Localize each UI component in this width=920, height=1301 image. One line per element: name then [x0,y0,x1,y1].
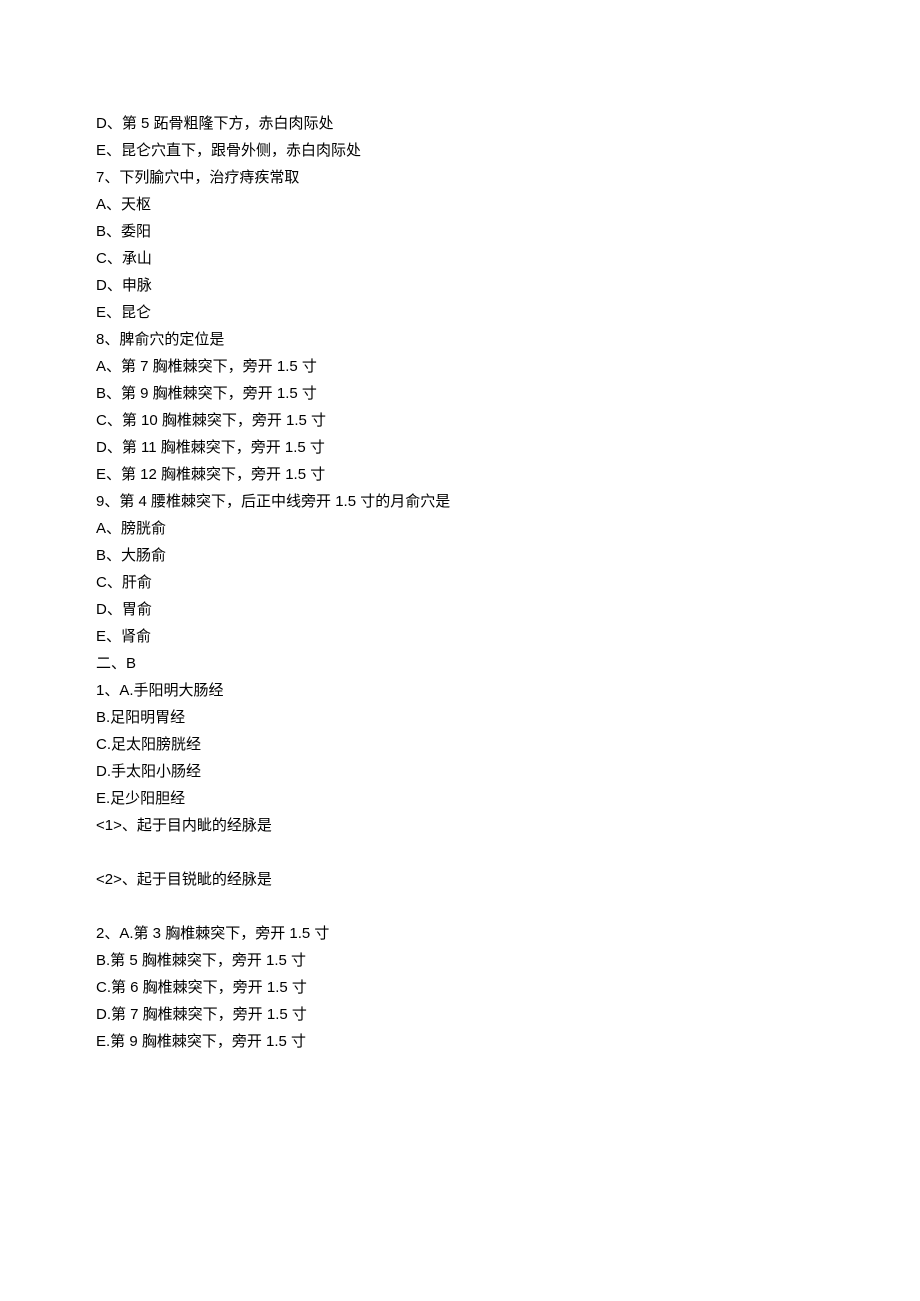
text-line: C、肝俞 [96,569,824,596]
text-line: A、第 7 胸椎棘突下，旁开 1.5 寸 [96,353,824,380]
text-line: A、膀胱俞 [96,515,824,542]
text-line: D.手太阳小肠经 [96,758,824,785]
text-line: B、大肠俞 [96,542,824,569]
text-line: 二、B [96,650,824,677]
text-line: D、第 5 跖骨粗隆下方，赤白肉际处 [96,110,824,137]
text-line: <2>、起于目锐眦的经脉是 [96,866,824,893]
blank-line [96,839,824,866]
text-line: D.第 7 胸椎棘突下，旁开 1.5 寸 [96,1001,824,1028]
text-line: C.第 6 胸椎棘突下，旁开 1.5 寸 [96,974,824,1001]
text-line: E.足少阳胆经 [96,785,824,812]
text-line: E、肾俞 [96,623,824,650]
blank-line [96,893,824,920]
text-line: A、天枢 [96,191,824,218]
text-line: <1>、起于目内眦的经脉是 [96,812,824,839]
text-line: C、第 10 胸椎棘突下，旁开 1.5 寸 [96,407,824,434]
text-line: B.足阳明胃经 [96,704,824,731]
document-page: D、第 5 跖骨粗隆下方，赤白肉际处 E、昆仑穴直下，跟骨外侧，赤白肉际处 7、… [0,0,920,1175]
text-line: C.足太阳膀胱经 [96,731,824,758]
text-line: E.第 9 胸椎棘突下，旁开 1.5 寸 [96,1028,824,1055]
text-line: 7、下列腧穴中，治疗痔疾常取 [96,164,824,191]
text-line: 9、第 4 腰椎棘突下，后正中线旁开 1.5 寸的月俞穴是 [96,488,824,515]
text-line: B.第 5 胸椎棘突下，旁开 1.5 寸 [96,947,824,974]
text-line: E、昆仑 [96,299,824,326]
text-line: 1、A.手阳明大肠经 [96,677,824,704]
text-line: B、第 9 胸椎棘突下，旁开 1.5 寸 [96,380,824,407]
text-line: B、委阳 [96,218,824,245]
text-line: E、第 12 胸椎棘突下，旁开 1.5 寸 [96,461,824,488]
text-line: C、承山 [96,245,824,272]
text-line: 2、A.第 3 胸椎棘突下，旁开 1.5 寸 [96,920,824,947]
text-line: D、胃俞 [96,596,824,623]
text-line: D、第 11 胸椎棘突下，旁开 1.5 寸 [96,434,824,461]
text-line: D、申脉 [96,272,824,299]
text-line: E、昆仑穴直下，跟骨外侧，赤白肉际处 [96,137,824,164]
text-line: 8、脾俞穴的定位是 [96,326,824,353]
